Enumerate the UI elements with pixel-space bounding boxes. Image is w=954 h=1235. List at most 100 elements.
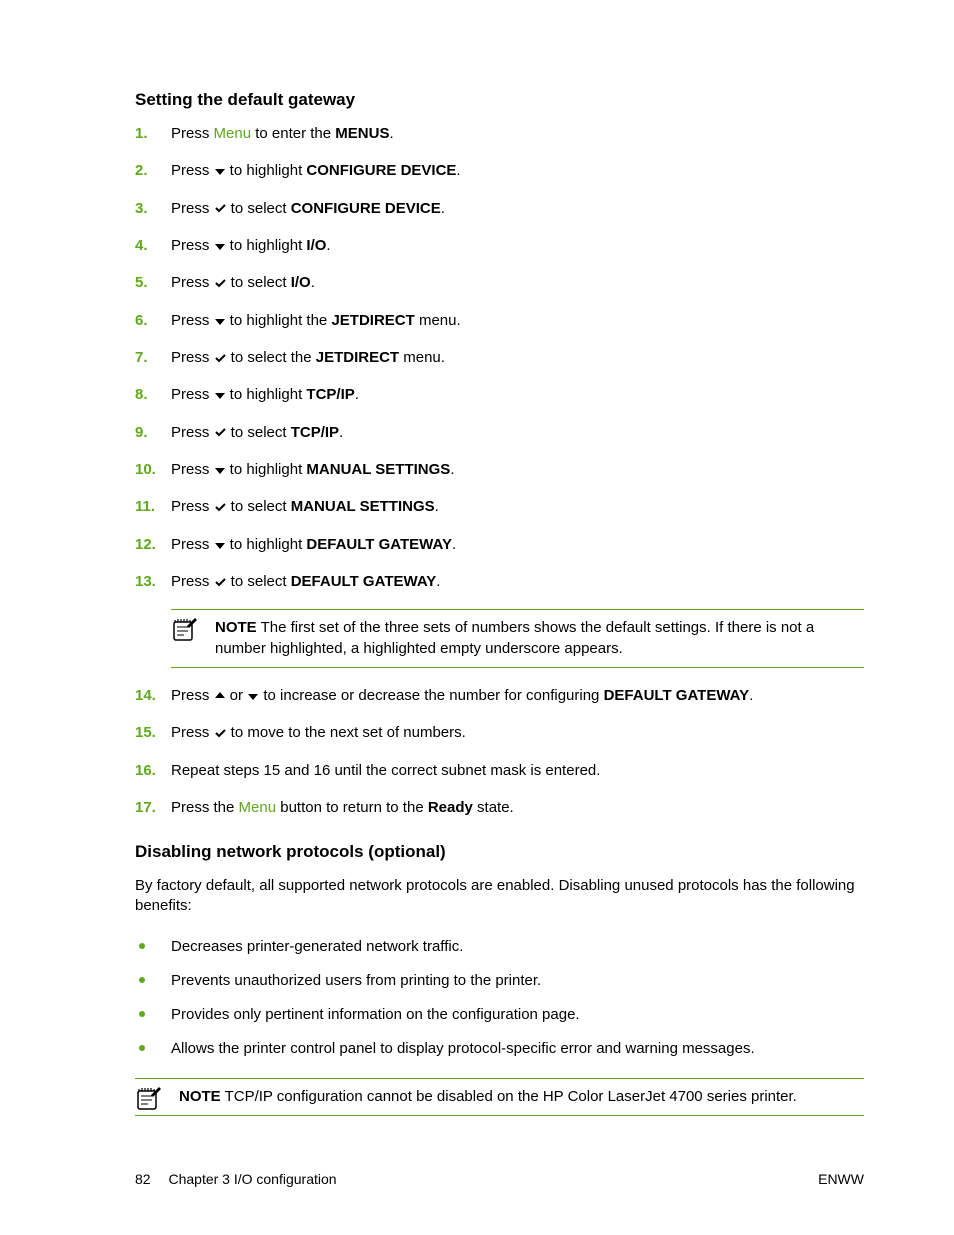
text: to enter the <box>251 125 335 142</box>
text: . <box>355 386 359 403</box>
bold: DEFAULT GATEWAY <box>604 687 750 704</box>
text: Press <box>171 386 214 403</box>
step-num: 2. <box>135 161 148 181</box>
text: . <box>749 687 753 704</box>
text: Press <box>171 312 214 329</box>
text: . <box>456 162 460 179</box>
text: or <box>226 687 248 704</box>
bold: DEFAULT GATEWAY <box>291 573 437 590</box>
step-6: 6. Press to highlight the JETDIRECT menu. <box>135 311 864 331</box>
check-icon <box>215 273 226 293</box>
step-3: 3.Press to select CONFIGURE DEVICE. <box>135 199 864 219</box>
footer-right: ENWW <box>818 1171 864 1187</box>
step-16: 16. Repeat steps 15 and 16 until the corr… <box>135 761 864 781</box>
bold: JETDIRECT <box>316 349 399 366</box>
bold: MANUAL SETTINGS <box>291 498 435 515</box>
steps-list-2: 14. Press or to increase or decrease the … <box>135 686 864 818</box>
text: . <box>389 125 393 142</box>
step-num: 4. <box>135 236 148 256</box>
text: to highlight <box>226 461 307 478</box>
text: to move to the next set of numbers. <box>227 724 466 741</box>
text: to highlight the <box>226 312 332 329</box>
step-8: 8.Press to highlight TCP/IP. <box>135 385 864 405</box>
step-num: 1. <box>135 124 148 144</box>
step-num: 8. <box>135 385 148 405</box>
text: to select <box>227 274 291 291</box>
note-text: TCP/IP configuration cannot be disabled … <box>221 1088 797 1105</box>
text: Press <box>171 424 214 441</box>
note-box-1: NOTE The first set of the three sets of … <box>171 609 864 668</box>
step-num: 17. <box>135 798 156 818</box>
text: Press <box>171 162 214 179</box>
step-num: 9. <box>135 423 148 443</box>
check-icon <box>215 723 226 743</box>
step-13: 13.Press to select DEFAULT GATEWAY. <box>135 572 864 592</box>
text: Press <box>171 724 214 741</box>
note-pencil-icon <box>135 1085 163 1117</box>
step-num: 10. <box>135 460 156 480</box>
down-arrow-icon <box>248 686 258 706</box>
text: . <box>435 498 439 515</box>
step-4: 4.Press to highlight I/O. <box>135 236 864 256</box>
page-number: 82 <box>135 1171 151 1187</box>
step-num: 11. <box>135 497 155 517</box>
text: Press <box>171 274 214 291</box>
note-label: NOTE <box>215 619 257 636</box>
step-num: 5. <box>135 273 148 293</box>
bold: I/O <box>306 237 326 254</box>
text: Press the <box>171 799 239 816</box>
bullet-item: Prevents unauthorized users from printin… <box>135 971 864 991</box>
down-arrow-icon <box>215 236 225 256</box>
step-num: 7. <box>135 348 148 368</box>
bold: MENUS <box>335 125 389 142</box>
note-label: NOTE <box>179 1088 221 1105</box>
step-num: 3. <box>135 199 148 219</box>
text: to select <box>227 573 291 590</box>
step-1: 1. Press Menu to enter the MENUS. <box>135 124 864 144</box>
text: Press <box>171 687 214 704</box>
down-arrow-icon <box>215 460 225 480</box>
step-num: 16. <box>135 761 156 781</box>
text: menu. <box>399 349 445 366</box>
step-num: 13. <box>135 572 156 592</box>
step-num: 14. <box>135 686 156 706</box>
heading-default-gateway: Setting the default gateway <box>135 90 864 110</box>
intro-text: By factory default, all supported networ… <box>135 876 864 917</box>
text: Press <box>171 461 214 478</box>
check-icon <box>215 423 226 443</box>
step-num: 15. <box>135 723 156 743</box>
steps-list-1: 1. Press Menu to enter the MENUS. 2. Pres… <box>135 124 864 592</box>
check-icon <box>215 348 226 368</box>
bullet-item: Allows the printer control panel to disp… <box>135 1039 864 1059</box>
down-arrow-icon <box>215 535 225 555</box>
text: state. <box>473 799 514 816</box>
step-11: 11.Press to select MANUAL SETTINGS. <box>135 497 864 517</box>
bold: JETDIRECT <box>331 312 414 329</box>
step-17: 17.Press the Menu button to return to th… <box>135 798 864 818</box>
text: Press <box>171 498 214 515</box>
down-arrow-icon <box>215 161 225 181</box>
note-text: The first set of the three sets of numbe… <box>215 619 814 656</box>
bold: CONFIGURE DEVICE <box>306 162 456 179</box>
down-arrow-icon <box>215 385 225 405</box>
text: Press <box>171 536 214 553</box>
step-7: 7.Press to select the JETDIRECT menu. <box>135 348 864 368</box>
step-2: 2. Press to highlight CONFIGURE DEVICE. <box>135 161 864 181</box>
text: Press <box>171 573 214 590</box>
text: Press <box>171 237 214 254</box>
text: . <box>326 237 330 254</box>
text: to highlight <box>226 162 307 179</box>
page-footer: 82 Chapter 3 I/O configuration ENWW <box>135 1171 864 1187</box>
note-box-2: NOTE TCP/IP configuration cannot be disa… <box>135 1078 864 1116</box>
text: . <box>311 274 315 291</box>
step-5: 5.Press to select I/O. <box>135 273 864 293</box>
text: Repeat steps 15 and 16 until the correct… <box>171 762 600 779</box>
bullet-item: Provides only pertinent information on t… <box>135 1005 864 1025</box>
text: to increase or decrease the number for c… <box>259 687 603 704</box>
text: to highlight <box>226 536 307 553</box>
step-9: 9.Press to select TCP/IP. <box>135 423 864 443</box>
text: menu. <box>415 312 461 329</box>
chapter-label: Chapter 3 I/O configuration <box>168 1171 336 1187</box>
step-num: 6. <box>135 311 148 331</box>
text: to select <box>227 200 291 217</box>
